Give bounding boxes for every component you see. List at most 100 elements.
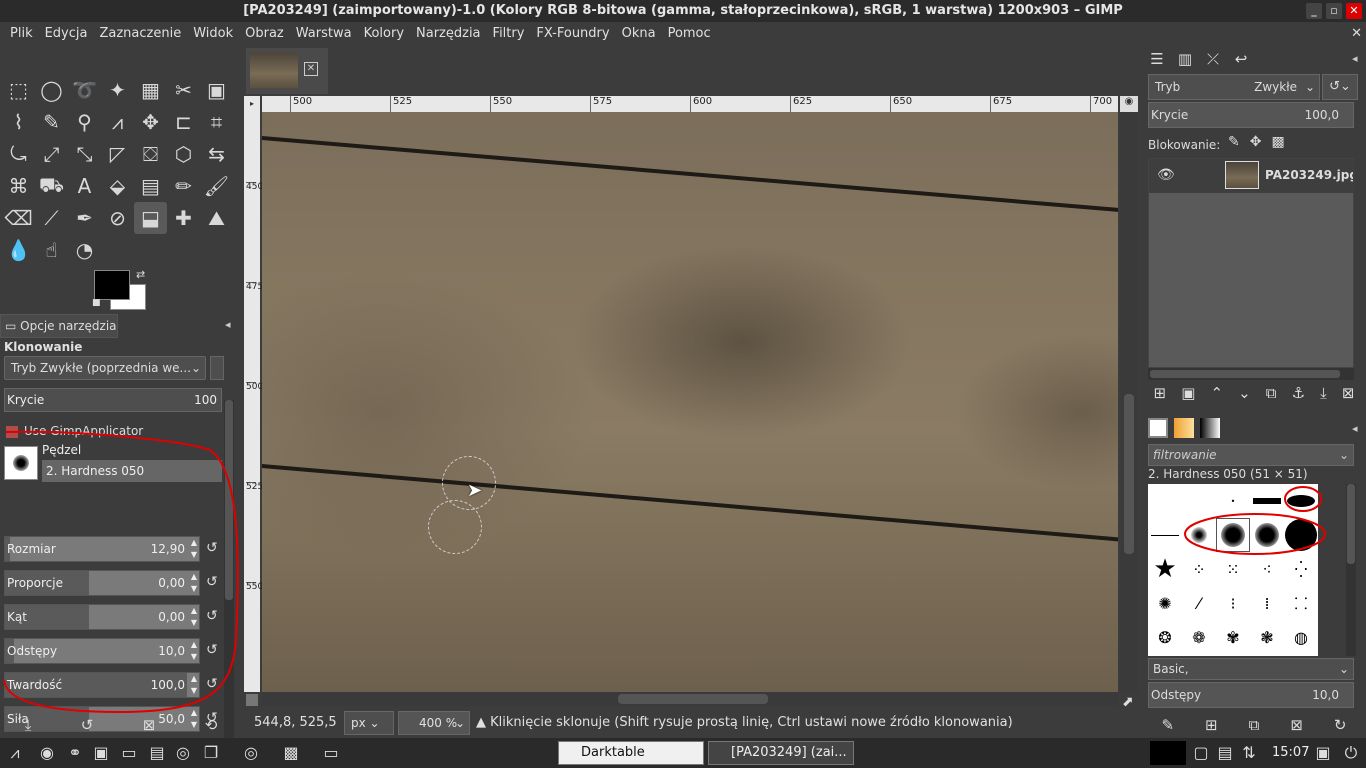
power-icon[interactable]: ⏻ bbox=[1340, 742, 1362, 764]
panel-menu-icon[interactable]: ◂ bbox=[1352, 422, 1358, 435]
slider-0[interactable]: Rozmiar 12,90 ▲ ▼ bbox=[4, 536, 200, 562]
duplicate-brush-icon[interactable]: ⧉ bbox=[1249, 716, 1260, 734]
lock-alpha-icon[interactable]: ▩ bbox=[1271, 134, 1284, 150]
reset-slider-icon[interactable]: ↺ bbox=[206, 642, 218, 658]
perspective-clone-icon[interactable]: ⛰ bbox=[200, 202, 233, 234]
taskbar-item-darktable[interactable]: Darktable bbox=[558, 741, 704, 765]
menu-okna[interactable]: Okna bbox=[616, 26, 662, 41]
dodge-burn-icon[interactable]: ◔ bbox=[68, 234, 101, 266]
slider-1[interactable]: Proporcje 0,00 ▲ ▼ bbox=[4, 570, 200, 596]
new-brush-icon[interactable]: ⊞ bbox=[1205, 716, 1218, 734]
brush-item[interactable] bbox=[1250, 518, 1284, 552]
terminal-icon[interactable]: ▭ bbox=[118, 742, 140, 764]
taskbar-item-gimp[interactable]: [PA203249] (zai... bbox=[708, 741, 854, 765]
horizontal-ruler[interactable]: 500 525 550 575 600 625 650 675 700 bbox=[262, 96, 1118, 112]
reset-slider-icon[interactable]: ↺ bbox=[206, 540, 218, 556]
color-picker-icon[interactable]: ✎ bbox=[35, 106, 68, 138]
brush-item[interactable] bbox=[1182, 518, 1216, 552]
pencil-icon[interactable]: ✏ bbox=[167, 170, 200, 202]
fill-icon[interactable]: ⬙ bbox=[101, 170, 134, 202]
app-icon[interactable]: ▣ bbox=[90, 742, 112, 764]
edit-brush-icon[interactable]: ✎ bbox=[1161, 716, 1174, 734]
brush-item[interactable]: ❁ bbox=[1182, 620, 1216, 654]
default-colors-icon[interactable]: ■ bbox=[92, 298, 101, 308]
browser-icon[interactable]: ◉ bbox=[36, 742, 58, 764]
mode-reset-button[interactable] bbox=[210, 356, 224, 380]
blur-icon[interactable]: 💧 bbox=[2, 234, 35, 266]
scroll-thumb[interactable] bbox=[1347, 484, 1355, 564]
tab-tool-options[interactable]: ▭ Opcje narzędzia bbox=[0, 314, 118, 338]
menu-widok[interactable]: Widok bbox=[187, 26, 239, 41]
menu-zaznaczenie[interactable]: Zaznaczenie bbox=[93, 26, 187, 41]
menu-narzedzia[interactable]: Narzędzia bbox=[410, 26, 487, 41]
brush-item[interactable] bbox=[1182, 484, 1216, 518]
brush-item[interactable]: ❃ bbox=[1250, 620, 1284, 654]
layer-row[interactable]: 👁 PA203249.jpg_c bbox=[1149, 159, 1355, 193]
gradient-icon[interactable]: ▤ bbox=[134, 170, 167, 202]
restore-options-icon[interactable]: ↺ bbox=[81, 716, 94, 736]
navigate-icon[interactable]: ◉ bbox=[1120, 96, 1138, 112]
lock-position-icon[interactable]: ✥ bbox=[1250, 134, 1262, 150]
brush-item[interactable] bbox=[1148, 518, 1182, 552]
warp-icon[interactable]: ⌘ bbox=[2, 170, 35, 202]
unit-selector[interactable]: px ⌄ bbox=[344, 711, 394, 735]
use-applicator-checkbox[interactable]: Use GimpApplicator bbox=[6, 424, 143, 438]
brush-item[interactable]: ❂ bbox=[1148, 620, 1182, 654]
reset-slider-icon[interactable]: ↺ bbox=[206, 676, 218, 692]
brush-name-field[interactable]: 2. Hardness 050 bbox=[42, 460, 222, 482]
zoom-icon[interactable]: ⚲ bbox=[68, 106, 101, 138]
scroll-thumb[interactable] bbox=[618, 694, 768, 704]
paintbrush-icon[interactable]: 🖌 bbox=[200, 170, 233, 202]
new-group-icon[interactable]: ▣ bbox=[1181, 384, 1195, 402]
scale-icon[interactable]: ⤢ bbox=[35, 138, 68, 170]
delete-layer-icon[interactable]: ⊠ bbox=[1342, 384, 1355, 402]
slider-4[interactable]: Twardość 100,0 ▲ ▼ bbox=[4, 672, 200, 698]
layers-tab-icon[interactable]: ☰ bbox=[1146, 50, 1168, 68]
menu-fx-foundry[interactable]: FX-Foundry bbox=[530, 26, 615, 41]
paths-icon[interactable]: ⌇ bbox=[2, 106, 35, 138]
refresh-brushes-icon[interactable]: ↻ bbox=[1334, 716, 1347, 734]
brush-item[interactable] bbox=[1284, 484, 1318, 518]
ellipse-select-icon[interactable]: ◯ bbox=[35, 74, 68, 106]
canvas-hscroll[interactable] bbox=[262, 692, 1118, 706]
paths-tab-icon[interactable]: ⤫ bbox=[1202, 50, 1224, 68]
layer-name[interactable]: PA203249.jpg_c bbox=[1265, 168, 1353, 182]
gradients-tab-icon[interactable] bbox=[1200, 418, 1220, 438]
menu-plik[interactable]: Plik bbox=[4, 26, 39, 41]
mypaint-icon[interactable]: ⊘ bbox=[101, 202, 134, 234]
brush-item[interactable]: ⸬ bbox=[1284, 586, 1318, 620]
opacity-spin[interactable]: Krycie 100 bbox=[4, 388, 222, 412]
notification-icon[interactable]: ▣ bbox=[1312, 742, 1334, 764]
chrome-icon[interactable]: ◎ bbox=[172, 742, 194, 764]
brush-preview-button[interactable] bbox=[4, 446, 38, 480]
layer-opacity-spin[interactable]: Krycie 100,0 bbox=[1148, 102, 1354, 128]
brush-item[interactable]: ⁖ bbox=[1250, 552, 1284, 586]
star-brush-icon[interactable]: ★ bbox=[1148, 552, 1182, 586]
anchor-layer-icon[interactable]: ⚓ bbox=[1292, 384, 1305, 402]
menu-warstwa[interactable]: Warstwa bbox=[290, 26, 358, 41]
files-icon[interactable]: ▤ bbox=[146, 742, 168, 764]
text-icon[interactable]: A bbox=[68, 170, 101, 202]
network-icon[interactable]: ⚭ bbox=[64, 742, 86, 764]
brush-item[interactable] bbox=[1148, 484, 1182, 518]
eraser-icon[interactable]: ⌫ bbox=[2, 202, 35, 234]
layer-mode-dropdown[interactable]: Tryb Zwykłe ⌄ bbox=[1148, 74, 1320, 100]
foreground-color[interactable] bbox=[94, 270, 130, 300]
lasso-icon[interactable]: ➰ bbox=[68, 74, 101, 106]
brush-item[interactable]: ⁄ bbox=[1182, 586, 1216, 620]
duplicate-layer-icon[interactable]: ⧉ bbox=[1266, 384, 1277, 402]
start-menu-icon[interactable]: ⩘ bbox=[4, 742, 26, 764]
crop-icon[interactable]: ⌗ bbox=[200, 106, 233, 138]
close-tab-icon[interactable]: ✕ bbox=[304, 62, 318, 76]
ink-icon[interactable]: ✒ bbox=[68, 202, 101, 234]
delete-options-icon[interactable]: ⊠ bbox=[143, 716, 156, 736]
chrome-task-icon[interactable]: ◎ bbox=[240, 742, 262, 764]
windows-icon[interactable]: ❐ bbox=[200, 742, 222, 764]
brush-item[interactable]: ⁝ bbox=[1216, 586, 1250, 620]
menu-obraz[interactable]: Obraz bbox=[239, 26, 290, 41]
brush-item[interactable] bbox=[1250, 484, 1284, 518]
undo-history-tab-icon[interactable]: ↩ bbox=[1230, 50, 1252, 68]
foreground-select-icon[interactable]: ▣ bbox=[200, 74, 233, 106]
bucket-fill-icon[interactable]: ⛟ bbox=[35, 170, 68, 202]
perspective-icon[interactable]: ◸ bbox=[101, 138, 134, 170]
